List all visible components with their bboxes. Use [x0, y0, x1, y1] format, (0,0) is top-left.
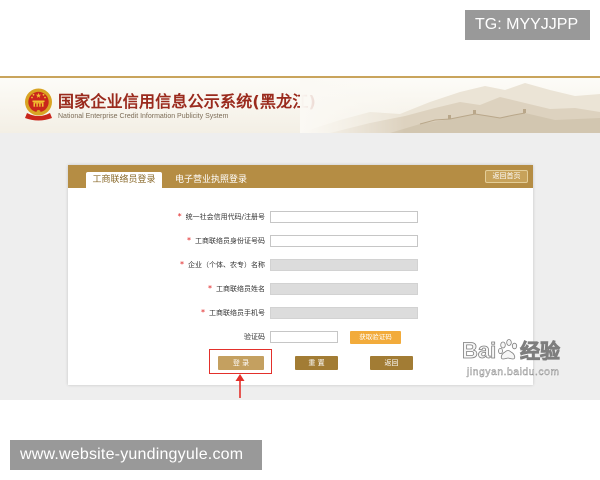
form-row-id-number: * 工商联络员身份证号码	[68, 235, 533, 247]
arrow-up-icon	[235, 374, 245, 398]
annotation-highlight-box	[209, 349, 272, 374]
required-mark: *	[201, 308, 205, 317]
liaison-name-input[interactable]	[270, 283, 418, 295]
credit-code-label: * 统一社会信用代码/注册号	[68, 211, 265, 223]
tg-watermark: TG: MYYJJPP	[465, 10, 590, 40]
form-row-enterprise-name: * 企业（个体、农专）名称	[68, 259, 533, 271]
required-mark: *	[208, 284, 212, 293]
captcha-label: 验证码	[244, 333, 265, 341]
id-number-label-text: 工商联络员身份证号码	[195, 237, 265, 245]
paw-icon	[498, 339, 518, 360]
baidu-watermark-suffix: 经验	[520, 339, 561, 363]
captcha-input[interactable]	[270, 331, 338, 343]
site-watermark: www.website-yundingyule.com	[10, 440, 262, 470]
required-mark: *	[187, 236, 191, 245]
baidu-watermark-prefix: Bai	[462, 338, 497, 363]
tab-liaison-login[interactable]: 工商联络员登录	[86, 172, 162, 188]
enterprise-name-label: * 企业（个体、农专）名称	[68, 259, 265, 271]
site-header: 国家企业信用信息公示系统(黑龙江) National Enterprise Cr…	[0, 78, 600, 133]
required-mark: *	[177, 212, 182, 221]
liaison-name-label-text: 工商联络员姓名	[216, 285, 265, 293]
liaison-phone-label-text: 工商联络员手机号	[209, 309, 265, 317]
required-mark: *	[180, 260, 184, 269]
site-title: 国家企业信用信息公示系统(黑龙江)	[58, 92, 317, 111]
tab-e-license-login[interactable]: 电子营业执照登录	[175, 172, 247, 188]
liaison-phone-input[interactable]	[270, 307, 418, 319]
baidu-watermark-url: jingyan.baidu.com	[467, 367, 560, 378]
back-button[interactable]: 返回	[370, 356, 413, 370]
enterprise-name-input[interactable]	[270, 259, 418, 271]
mountain-landscape-image	[300, 78, 600, 133]
form-row-credit-code: * 统一社会信用代码/注册号	[68, 211, 533, 223]
page: 国家企业信用信息公示系统(黑龙江) National Enterprise Cr…	[0, 0, 600, 480]
credit-code-input[interactable]	[270, 211, 418, 223]
id-number-input[interactable]	[270, 235, 418, 247]
form-row-liaison-phone: * 工商联络员手机号	[68, 307, 533, 319]
baidu-jingyan-watermark: Bai 经验 jingyan.baidu.com	[458, 336, 570, 380]
site-subtitle: National Enterprise Credit Information P…	[58, 113, 229, 120]
login-panel-header: 工商联络员登录 电子营业执照登录 返回首页	[68, 165, 533, 188]
credit-code-label-text: 统一社会信用代码/注册号	[185, 213, 265, 221]
get-captcha-button[interactable]: 获取验证码	[350, 331, 401, 344]
national-emblem-icon	[25, 88, 52, 121]
enterprise-name-label-text: 企业（个体、农专）名称	[188, 261, 265, 269]
form-row-liaison-name: * 工商联络员姓名	[68, 283, 533, 295]
liaison-phone-label: * 工商联络员手机号	[68, 307, 265, 319]
liaison-name-label: * 工商联络员姓名	[68, 283, 265, 295]
return-home-button[interactable]: 返回首页	[485, 170, 528, 183]
reset-button[interactable]: 重 置	[295, 356, 338, 370]
id-number-label: * 工商联络员身份证号码	[68, 235, 265, 247]
